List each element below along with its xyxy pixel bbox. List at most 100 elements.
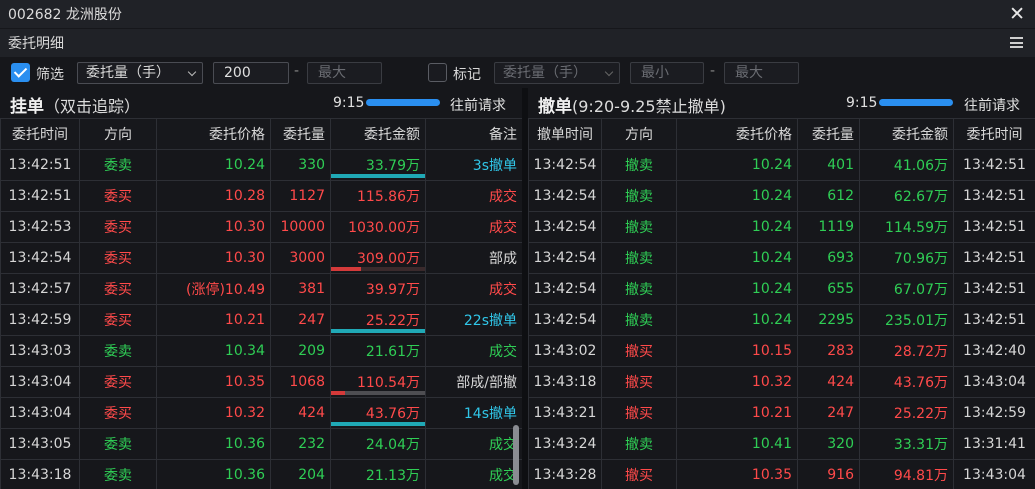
note-cell: 成交 [425,335,523,367]
column-header[interactable]: 方向 [79,118,157,150]
mark-min-input[interactable]: 最小 [630,62,704,84]
column-header[interactable]: 委托量 [797,118,860,150]
table-row[interactable]: 13:43:28 撤买 10.35 916 94.81万 13:43:04 [528,459,1035,489]
amount-cell: 235.01万 [859,304,954,336]
table-row[interactable]: 13:42:54 撤卖 10.24 612 62.67万 13:42:51 [528,180,1035,212]
cancelled-time-slider[interactable] [879,99,953,106]
price-cell: 10.21 [676,397,798,429]
quantity-cell: 247 [270,304,331,336]
filter-max-input[interactable]: 最大 [307,62,382,84]
pending-time-slider[interactable] [366,99,440,106]
filter-field-select[interactable]: 委托量（手） [77,62,203,84]
direction-cell: 委买 [79,304,157,336]
amount-cell: 67.07万 [859,273,954,305]
order-time-cell: 13:42:59 [0,304,80,336]
cancelled-request-earlier-button[interactable]: 往前请求 [964,95,1020,115]
chevron-down-icon [187,67,197,77]
direction-cell: 撤卖 [601,428,677,460]
mark-field-select[interactable]: 委托量（手） [494,62,620,84]
price-cell: 10.35 [676,459,798,489]
table-row[interactable]: 13:42:59 委买 10.21 247 25.22万 22s撤单 [0,304,523,336]
column-header[interactable]: 方向 [601,118,677,150]
sub-header: 委托明细 [0,29,1035,57]
amount-cell: 39.97万 [330,273,426,305]
pending-subtitle: （双击追踪） [44,97,141,116]
table-row[interactable]: 13:42:54 撤卖 10.24 1119 114.59万 13:42:51 [528,211,1035,243]
table-row[interactable]: 13:42:53 委买 10.30 10000 1030.00万 成交 [0,211,523,243]
table-row[interactable]: 13:43:18 委卖 10.36 204 21.13万 成交 [0,459,523,489]
pending-panel-header: 挂单（双击追踪） 9:15 往前请求 [0,88,522,118]
filter-field-value: 委托量（手） [86,65,170,81]
order-time-cell: 13:42:51 [953,149,1035,181]
quantity-cell: 916 [797,459,860,489]
window-title: 002682 龙洲股份 [8,7,122,23]
pending-scrollbar[interactable] [513,425,519,485]
table-row[interactable]: 13:43:04 委买 10.32 424 43.76万 14s撤单 [0,397,523,429]
column-header[interactable]: 撤单时间 [528,118,602,150]
table-row[interactable]: 13:43:24 撤卖 10.41 320 33.31万 13:31:41 [528,428,1035,460]
direction-cell: 撤卖 [601,180,677,212]
table-row[interactable]: 13:42:54 撤卖 10.24 693 70.96万 13:42:51 [528,242,1035,274]
order-time-cell: 13:42:51 [953,180,1035,212]
order-time-cell: 13:42:40 [953,335,1035,367]
cancel-time-cell: 13:42:54 [528,149,602,181]
table-row[interactable]: 13:43:18 撤买 10.32 424 43.76万 13:43:04 [528,366,1035,398]
cancel-time-cell: 13:43:21 [528,397,602,429]
direction-cell: 委买 [79,180,157,212]
quantity-cell: 247 [797,397,860,429]
price-cell: 10.32 [676,366,798,398]
column-header[interactable]: 备注 [425,118,523,150]
mark-checkbox[interactable] [428,63,447,82]
direction-cell: 撤卖 [601,211,677,243]
direction-cell: 撤卖 [601,242,677,274]
table-row[interactable]: 13:43:02 撤买 10.15 283 28.72万 13:42:40 [528,335,1035,367]
column-header[interactable]: 委托价格 [676,118,798,150]
amount-cell: 33.79万 [330,149,426,181]
amount-cell: 21.13万 [330,459,426,489]
mark-field-value: 委托量（手） [503,65,587,81]
hamburger-menu-icon[interactable] [1010,37,1023,48]
note-cell: 成交 [425,180,523,212]
cancelled-title-text: 撤单 [538,97,572,117]
pending-title-text: 挂单 [10,97,44,117]
column-header[interactable]: 委托时间 [953,118,1035,150]
cancelled-panel-header: 撤单(9:20-9.25禁止撤单) 9:15 往前请求 [528,88,1035,118]
table-row[interactable]: 13:42:54 委买 10.30 3000 309.00万 部成 [0,242,523,274]
mark-max-input[interactable]: 最大 [724,62,799,84]
table-row[interactable]: 13:42:51 委卖 10.24 330 33.79万 3s撤单 [0,149,523,181]
order-time-cell: 13:42:51 [0,149,80,181]
note-cell: 成交 [425,428,523,460]
table-row[interactable]: 13:43:21 撤买 10.21 247 25.22万 13:42:59 [528,397,1035,429]
direction-cell: 委买 [79,211,157,243]
order-time-cell: 13:31:41 [953,428,1035,460]
direction-cell: 撤卖 [601,149,677,181]
table-row[interactable]: 13:42:54 撤卖 10.24 2295 235.01万 13:42:51 [528,304,1035,336]
note-cell: 14s撤单 [425,397,523,429]
pending-request-earlier-button[interactable]: 往前请求 [450,95,506,115]
table-row[interactable]: 13:42:54 撤卖 10.24 401 41.06万 13:42:51 [528,149,1035,181]
column-header[interactable]: 委托量 [270,118,331,150]
order-time-cell: 13:42:51 [953,211,1035,243]
column-header[interactable]: 委托金额 [330,118,426,150]
table-row[interactable]: 13:43:03 委卖 10.34 209 21.61万 成交 [0,335,523,367]
table-row[interactable]: 13:43:05 委卖 10.36 232 24.04万 成交 [0,428,523,460]
table-row[interactable]: 13:43:04 委买 10.35 1068 110.54万 部成/部撤 [0,366,523,398]
cancel-time-cell: 13:42:54 [528,242,602,274]
direction-cell: 委买 [79,242,157,274]
filter-min-input[interactable]: 200 [213,62,289,84]
column-header[interactable]: 委托价格 [156,118,271,150]
filter-checkbox[interactable] [11,63,30,82]
quantity-cell: 424 [797,366,860,398]
table-header-row: 委托时间 方向 委托价格 委托量 委托金额 备注 [0,118,523,150]
cancel-time-cell: 13:43:28 [528,459,602,489]
close-icon[interactable]: ✕ [1009,3,1025,25]
table-row[interactable]: 13:42:54 撤卖 10.24 655 67.07万 13:42:51 [528,273,1035,305]
table-row[interactable]: 13:42:51 委买 10.28 1127 115.86万 成交 [0,180,523,212]
section-title: 委托明细 [8,36,64,52]
quantity-cell: 232 [270,428,331,460]
amount-cell: 1030.00万 [330,211,426,243]
table-row[interactable]: 13:42:57 委买 (涨停)10.49 381 39.97万 成交 [0,273,523,305]
column-header[interactable]: 委托金额 [859,118,954,150]
column-header[interactable]: 委托时间 [0,118,80,150]
cancelled-orders-table: 撤单时间 方向 委托价格 委托量 委托金额 委托时间 13:42:54 撤卖 10.… [528,118,1035,489]
